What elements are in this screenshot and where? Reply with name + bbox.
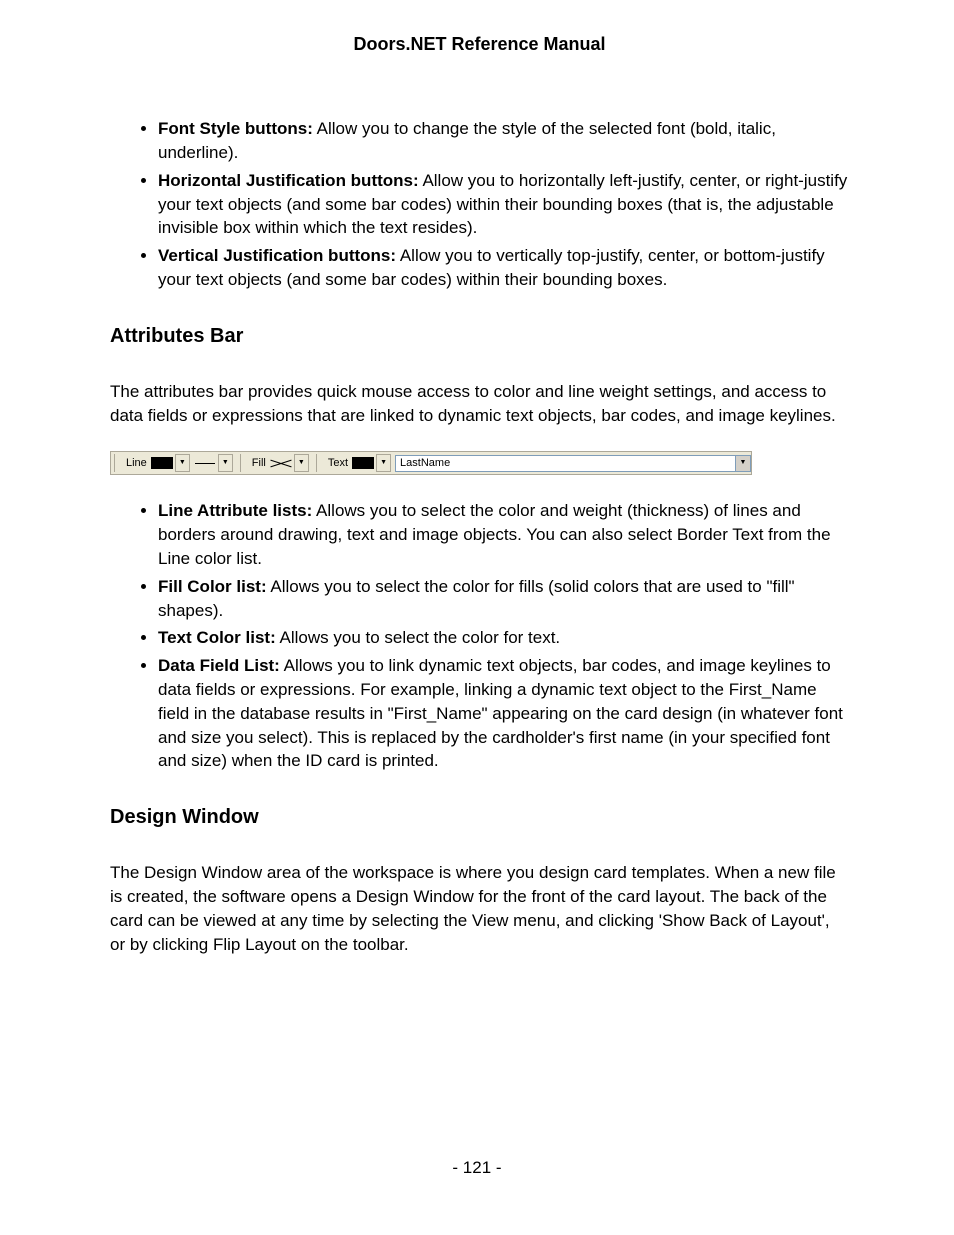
attributes-intro: The attributes bar provides quick mouse … xyxy=(110,380,849,428)
attributes-toolbar: Line Fill Text LastName xyxy=(110,451,752,475)
toolbar-divider xyxy=(316,454,317,472)
list-item: Line Attribute lists: Allows you to sele… xyxy=(158,499,849,570)
list-item: Horizontal Justification buttons: Allow … xyxy=(158,169,849,240)
data-field-dropdown[interactable] xyxy=(736,455,751,472)
list-item: Text Color list: Allows you to select th… xyxy=(158,626,849,650)
list-item-bold: Line Attribute lists: xyxy=(158,501,312,520)
line-color-dropdown[interactable] xyxy=(175,454,190,472)
heading-design-window: Design Window xyxy=(110,803,849,831)
fill-color-dropdown[interactable] xyxy=(294,454,309,472)
line-weight-sample[interactable] xyxy=(194,457,216,469)
design-window-body: The Design Window area of the workspace … xyxy=(110,861,849,956)
top-bullet-list: Font Style buttons: Allow you to change … xyxy=(110,117,849,292)
data-field-value: LastName xyxy=(400,456,450,471)
list-item-bold: Vertical Justification buttons: xyxy=(158,246,396,265)
fill-none-icon[interactable] xyxy=(270,457,292,469)
text-color-swatch[interactable] xyxy=(352,457,374,469)
list-item-bold: Font Style buttons: xyxy=(158,119,313,138)
toolbar-divider xyxy=(114,454,115,472)
list-item-bold: Horizontal Justification buttons: xyxy=(158,171,419,190)
list-item: Font Style buttons: Allow you to change … xyxy=(158,117,849,165)
list-item: Data Field List: Allows you to link dyna… xyxy=(158,654,849,773)
data-field-combobox[interactable]: LastName xyxy=(395,455,736,472)
line-weight-dropdown[interactable] xyxy=(218,454,233,472)
list-item-text: Allows you to select the color for text. xyxy=(276,628,560,647)
list-item-bold: Data Field List: xyxy=(158,656,280,675)
list-item-bold: Fill Color list: xyxy=(158,577,267,596)
heading-attributes-bar: Attributes Bar xyxy=(110,322,849,350)
page-title: Doors.NET Reference Manual xyxy=(110,32,849,57)
attributes-bullet-list: Line Attribute lists: Allows you to sele… xyxy=(110,499,849,773)
line-label: Line xyxy=(118,456,151,471)
page-number: - 121 - xyxy=(0,1156,954,1180)
page: Doors.NET Reference Manual Font Style bu… xyxy=(0,0,954,1235)
list-item: Fill Color list: Allows you to select th… xyxy=(158,575,849,623)
list-item-bold: Text Color list: xyxy=(158,628,276,647)
text-label: Text xyxy=(320,456,352,471)
fill-label: Fill xyxy=(244,456,270,471)
text-color-dropdown[interactable] xyxy=(376,454,391,472)
list-item: Vertical Justification buttons: Allow yo… xyxy=(158,244,849,292)
toolbar-divider xyxy=(240,454,241,472)
line-color-swatch[interactable] xyxy=(151,457,173,469)
